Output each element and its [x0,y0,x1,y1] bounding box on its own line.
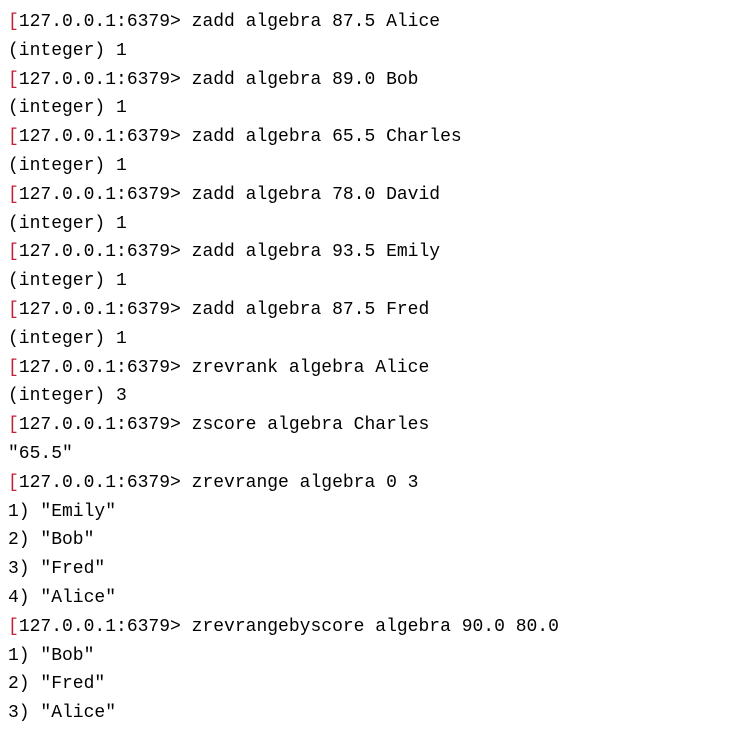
output-line: (integer) 1 [8,94,747,123]
prompt-bracket: [ [8,127,19,147]
command-line[interactable]: [127.0.0.1:6379> zadd algebra 65.5 Charl… [8,123,747,152]
output-line: (integer) 1 [8,325,747,354]
prompt-host: 127.0.0.1:6379> [19,617,181,637]
command-line[interactable]: [127.0.0.1:6379> zscore algebra Charles [8,411,747,440]
prompt-host: 127.0.0.1:6379> [19,185,181,205]
output-text: 2) "Fred" [8,674,105,694]
command-line[interactable]: [127.0.0.1:6379> zrevrange algebra 0 3 [8,469,747,498]
output-line: 1) "Bob" [8,642,747,671]
command-text: zrevrangebyscore algebra 90.0 80.0 [181,617,559,637]
output-text: (integer) 1 [8,214,127,234]
prompt-bracket: [ [8,185,19,205]
output-line: (integer) 1 [8,37,747,66]
output-line: (integer) 1 [8,152,747,181]
output-text: 4) "Alice" [8,588,116,608]
output-line: 4) "Alice" [8,584,747,613]
output-text: (integer) 1 [8,156,127,176]
output-line: (integer) 1 [8,267,747,296]
command-text: zadd algebra 87.5 Fred [181,300,429,320]
prompt-bracket: [ [8,300,19,320]
prompt-host: 127.0.0.1:6379> [19,473,181,493]
output-line: 2) "Fred" [8,670,747,699]
output-text: 1) "Emily" [8,502,116,522]
command-text: zscore algebra Charles [181,415,429,435]
prompt-bracket: [ [8,617,19,637]
command-line[interactable]: [127.0.0.1:6379> zadd algebra 89.0 Bob [8,66,747,95]
output-text: "65.5" [8,444,73,464]
prompt-bracket: [ [8,242,19,262]
command-text: zadd algebra 89.0 Bob [181,70,419,90]
prompt-host: 127.0.0.1:6379> [19,242,181,262]
command-text: zadd algebra 93.5 Emily [181,242,440,262]
output-line: 3) "Fred" [8,555,747,584]
output-line: 3) "Alice" [8,699,747,728]
command-line[interactable]: [127.0.0.1:6379> zrevrangebyscore algebr… [8,613,747,642]
command-text: zrevrange algebra 0 3 [181,473,419,493]
prompt-host: 127.0.0.1:6379> [19,127,181,147]
output-text: 3) "Alice" [8,703,116,723]
output-text: (integer) 1 [8,98,127,118]
prompt-bracket: [ [8,12,19,32]
output-text: (integer) 3 [8,386,127,406]
prompt-bracket: [ [8,358,19,378]
command-line[interactable]: [127.0.0.1:6379> zadd algebra 78.0 David [8,181,747,210]
terminal-output: [127.0.0.1:6379> zadd algebra 87.5 Alice… [8,8,747,728]
prompt-bracket: [ [8,70,19,90]
output-line: (integer) 3 [8,382,747,411]
command-line[interactable]: [127.0.0.1:6379> zrevrank algebra Alice [8,354,747,383]
output-line: 2) "Bob" [8,526,747,555]
prompt-host: 127.0.0.1:6379> [19,300,181,320]
output-text: (integer) 1 [8,41,127,61]
output-text: (integer) 1 [8,329,127,349]
command-text: zrevrank algebra Alice [181,358,429,378]
prompt-bracket: [ [8,473,19,493]
prompt-host: 127.0.0.1:6379> [19,415,181,435]
output-line: 1) "Emily" [8,498,747,527]
command-line[interactable]: [127.0.0.1:6379> zadd algebra 93.5 Emily [8,238,747,267]
command-line[interactable]: [127.0.0.1:6379> zadd algebra 87.5 Fred [8,296,747,325]
output-line: "65.5" [8,440,747,469]
output-text: 1) "Bob" [8,646,94,666]
prompt-bracket: [ [8,415,19,435]
command-text: zadd algebra 78.0 David [181,185,440,205]
prompt-host: 127.0.0.1:6379> [19,70,181,90]
output-text: 3) "Fred" [8,559,105,579]
prompt-host: 127.0.0.1:6379> [19,358,181,378]
command-text: zadd algebra 65.5 Charles [181,127,462,147]
output-line: (integer) 1 [8,210,747,239]
command-line[interactable]: [127.0.0.1:6379> zadd algebra 87.5 Alice [8,8,747,37]
output-text: (integer) 1 [8,271,127,291]
prompt-host: 127.0.0.1:6379> [19,12,181,32]
command-text: zadd algebra 87.5 Alice [181,12,440,32]
output-text: 2) "Bob" [8,530,94,550]
